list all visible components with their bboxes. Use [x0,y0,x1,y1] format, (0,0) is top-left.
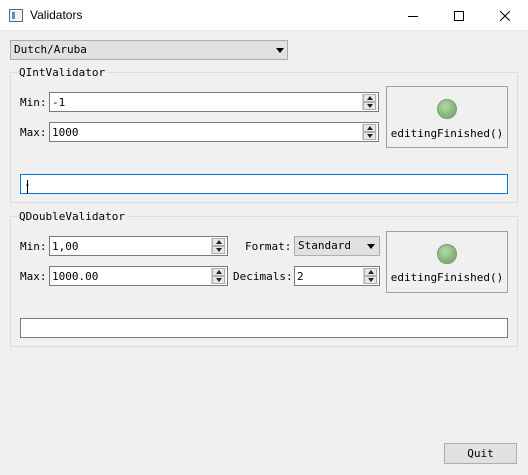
dropdown-arrow-icon [367,244,375,249]
spin-down-icon[interactable] [364,276,377,284]
spin-up-icon[interactable] [363,94,376,102]
spin-down-icon[interactable] [212,276,225,284]
int-min-spin-buttons [362,94,377,110]
double-min-spinbox[interactable]: 1,00 [49,236,228,256]
text-caret [27,180,28,194]
double-max-spinbox[interactable]: 1000.00 [49,266,228,286]
int-max-spinbox[interactable]: 1000 [49,122,379,142]
decimals-spinbox[interactable]: 2 [294,266,380,286]
double-max-spin-buttons [211,268,226,284]
format-combo[interactable]: Standard [294,236,380,256]
led-indicator [437,244,457,264]
led-indicator [437,99,457,119]
double-signal-indicator: editingFinished() [386,231,508,293]
decimals-spin-buttons [363,268,378,284]
locale-combo[interactable]: Dutch/Aruba [10,40,288,60]
spin-down-icon[interactable] [212,246,225,254]
int-signal-label: editingFinished() [390,127,504,140]
int-group-title: QIntValidator [17,66,108,79]
int-signal-indicator: editingFinished() [386,86,508,148]
double-max-value: 1000.00 [52,270,99,283]
minimize-icon [408,15,418,17]
double-max-label: Max: [20,270,47,283]
spin-up-icon[interactable] [212,238,225,246]
format-label: Format: [245,240,292,253]
locale-combo-value: Dutch/Aruba [14,43,87,56]
double-min-value: 1,00 [52,240,79,253]
spin-up-icon[interactable] [212,268,225,276]
close-button[interactable] [482,0,528,31]
int-min-spinbox[interactable]: -1 [49,92,379,112]
int-min-label: Min: [20,96,47,109]
int-min-value: -1 [52,96,66,109]
spin-up-icon[interactable] [363,124,376,132]
double-signal-label: editingFinished() [390,271,504,284]
int-max-value: 1000 [52,126,79,139]
int-test-input[interactable]: - [20,174,508,194]
quit-button[interactable]: Quit [444,443,517,464]
format-combo-value: Standard [298,239,351,252]
spin-down-icon[interactable] [363,102,376,110]
title-bar: Validators [0,0,528,31]
maximize-icon [454,10,464,21]
int-max-label: Max: [20,126,47,139]
app-icon [9,9,23,22]
double-min-spin-buttons [211,238,226,254]
double-test-input[interactable] [20,318,508,338]
window-title: Validators [30,8,83,22]
minimize-button[interactable] [390,0,436,31]
close-icon [500,10,510,21]
decimals-value: 2 [297,270,304,283]
maximize-button[interactable] [436,0,482,31]
int-max-spin-buttons [362,124,377,140]
spin-up-icon[interactable] [364,268,377,276]
decimals-label: Decimals: [233,270,293,283]
spin-down-icon[interactable] [363,132,376,140]
double-group-title: QDoubleValidator [17,210,127,223]
double-min-label: Min: [20,240,47,253]
dropdown-arrow-icon [276,48,284,53]
